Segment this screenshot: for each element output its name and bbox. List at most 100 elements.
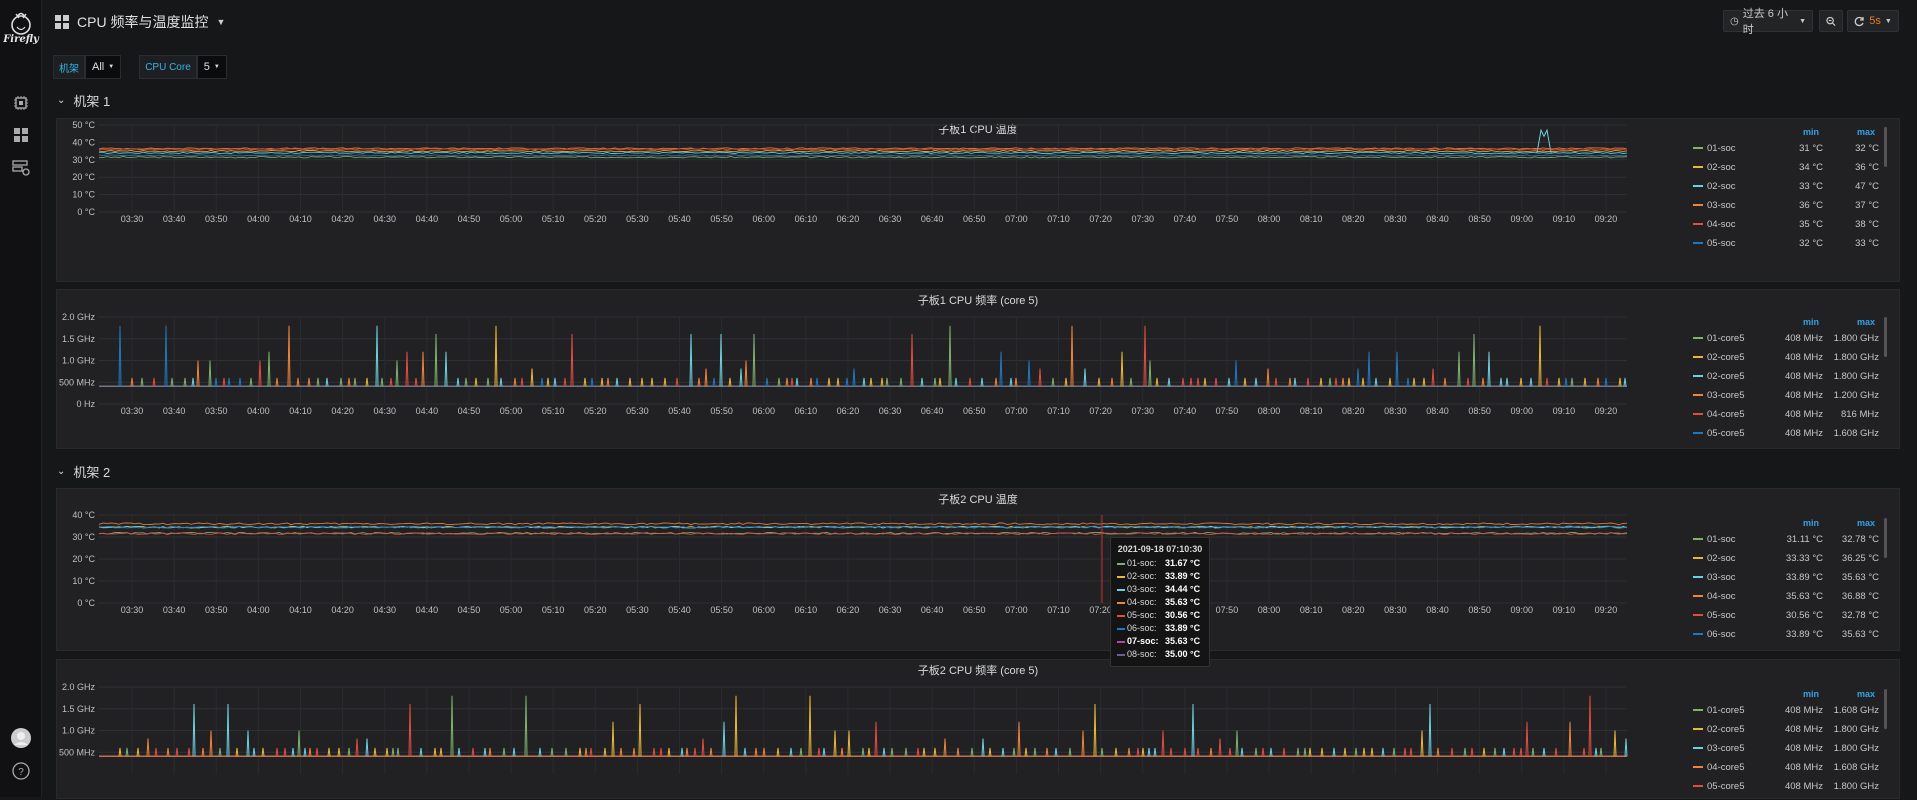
legend-item[interactable]: 05-core5 408 MHz 1.608 GHz xyxy=(1687,426,1887,442)
legend-max-value: 1.608 GHz xyxy=(1833,705,1879,716)
dashboard-picker[interactable]: CPU 频率与温度监控 ▼ xyxy=(55,12,225,32)
legend-item[interactable]: 02-soc 33.33 °C 36.25 °C xyxy=(1687,551,1887,567)
refresh-button[interactable]: 5s ▼ xyxy=(1847,10,1899,32)
legend-item[interactable]: 04-soc 35.63 °C 36.88 °C xyxy=(1687,589,1887,605)
freq-spike xyxy=(512,747,516,757)
freq-spike xyxy=(546,377,550,387)
firefly-logo[interactable]: Firefly xyxy=(2,8,40,50)
freq-spike xyxy=(659,747,663,757)
tooltip-series-name: 02-soc: xyxy=(1127,571,1157,581)
legend-header-min[interactable]: min xyxy=(1803,317,1819,327)
legend-item[interactable]: 03-soc 33.89 °C 35.63 °C xyxy=(1687,570,1887,586)
legend-item[interactable]: 03-core5 408 MHz 1.200 GHz xyxy=(1687,388,1887,404)
freq-spike xyxy=(1024,747,1028,757)
tooltip-swatch xyxy=(1117,589,1125,591)
legend-item[interactable]: 04-core5 408 MHz 1.608 GHz xyxy=(1687,760,1887,776)
variable-select-cpu-core[interactable]: 5 ▼ xyxy=(196,55,227,79)
legend-max-value: 1.800 GHz xyxy=(1833,371,1879,382)
tooltip-row: 01-soc: 31.67 °C xyxy=(1117,558,1203,571)
server-settings-icon[interactable] xyxy=(10,157,32,179)
refresh-interval: 5s xyxy=(1869,15,1881,27)
legend-item[interactable]: 01-core5 408 MHz 1.800 GHz xyxy=(1687,331,1887,347)
freq-spike xyxy=(1542,747,1546,757)
legend-header-max[interactable]: max xyxy=(1857,317,1875,327)
legend-item[interactable]: 01-soc 31.11 °C 32.78 °C xyxy=(1687,532,1887,548)
legend-header-max[interactable]: max xyxy=(1857,689,1875,699)
freq-spike xyxy=(296,377,300,387)
x-tick-label: 06:10 xyxy=(795,605,818,615)
sidebar: Firefly ? xyxy=(0,0,42,797)
legend-header-min[interactable]: min xyxy=(1803,127,1819,137)
freq-spike xyxy=(1564,377,1568,387)
legend-header-max[interactable]: max xyxy=(1857,518,1875,528)
legend-item[interactable]: 05-soc 30.56 °C 32.78 °C xyxy=(1687,608,1887,624)
legend-item[interactable]: 02-core5 408 MHz 1.800 GHz xyxy=(1687,350,1887,366)
dashboard-grid-icon xyxy=(55,15,69,29)
tooltip-value: 34.44 °C xyxy=(1165,584,1201,594)
y-tick-label: 50 °C xyxy=(72,120,95,130)
freq-spike xyxy=(307,377,311,387)
graph-plot[interactable]: 2.0 GHz 1.5 GHz 1.0 GHz 500 MHz 0 Hz 03:30 03:… xyxy=(57,290,1901,450)
legend-min-value: 408 MHz xyxy=(1784,390,1823,401)
dashboard-grid-icon[interactable] xyxy=(10,124,32,146)
freq-spike xyxy=(933,747,937,757)
legend-item[interactable]: 01-soc 31 °C 32 °C xyxy=(1687,141,1887,157)
freq-spike xyxy=(611,721,615,757)
legend-item[interactable]: 02-soc 33 °C 47 °C xyxy=(1687,179,1887,195)
freq-spike xyxy=(347,377,351,387)
help-icon[interactable]: ? xyxy=(10,760,32,782)
freq-spike xyxy=(790,377,794,387)
legend-item[interactable]: 02-soc 34 °C 36 °C xyxy=(1687,160,1887,176)
legend-item[interactable]: 03-core5 408 MHz 1.800 GHz xyxy=(1687,741,1887,757)
legend-item[interactable]: 06-soc 33.89 °C 35.63 °C xyxy=(1687,627,1887,643)
legend-item[interactable]: 05-soc 32 °C 33 °C xyxy=(1687,236,1887,252)
x-tick-label: 04:30 xyxy=(373,406,396,416)
legend-item[interactable]: 02-core5 408 MHz 1.800 GHz xyxy=(1687,369,1887,385)
legend-series-name: 06-soc xyxy=(1707,629,1736,640)
row-header-rack-2[interactable]: ⌄ 机架 2 xyxy=(57,462,110,481)
x-tick-label: 08:10 xyxy=(1300,214,1323,224)
x-tick-label: 07:00 xyxy=(1005,406,1028,416)
row-header-rack-1[interactable]: ⌄ 机架 1 xyxy=(57,91,110,110)
freq-spike xyxy=(201,747,205,757)
legend-item[interactable]: 01-core5 408 MHz 1.608 GHz xyxy=(1687,703,1887,719)
freq-spike xyxy=(680,747,684,757)
graph-plot[interactable]: 40 °C 30 °C 20 °C 10 °C 0 °C 03:30 03:40 03:50 0… xyxy=(57,489,1901,652)
legend-item[interactable]: 05-core5 408 MHz 1.800 GHz xyxy=(1687,779,1887,795)
freq-spike xyxy=(1070,325,1074,387)
row-title: 机架 1 xyxy=(73,94,111,109)
x-tick-label: 03:30 xyxy=(121,214,144,224)
legend-header-min[interactable]: min xyxy=(1803,518,1819,528)
freq-spike xyxy=(227,377,231,387)
legend-swatch xyxy=(1693,747,1703,749)
zoom-out-button[interactable] xyxy=(1819,10,1843,32)
freq-spike xyxy=(140,377,144,387)
legend-max-value: 1.800 GHz xyxy=(1833,781,1879,792)
freq-spike xyxy=(1243,377,1247,387)
graph-plot[interactable]: 2.0 GHz 1.5 GHz 1.0 GHz 500 MHz xyxy=(57,660,1901,800)
x-tick-label: 07:30 xyxy=(1131,406,1154,416)
legend-swatch xyxy=(1693,557,1703,559)
y-tick-label: 1.5 GHz xyxy=(62,704,96,714)
freq-spike xyxy=(583,377,587,387)
legend-item[interactable]: 03-soc 36 °C 37 °C xyxy=(1687,198,1887,214)
legend-item[interactable]: 04-core5 408 MHz 816 MHz xyxy=(1687,407,1887,423)
legend-min-value: 35 °C xyxy=(1799,219,1823,230)
freq-spike xyxy=(712,377,716,387)
time-range-picker[interactable]: ◷ 过去 6 小时 ▼ xyxy=(1723,8,1813,36)
freq-spike xyxy=(136,747,140,757)
x-tick-label: 04:10 xyxy=(289,214,312,224)
legend-item[interactable]: 02-core5 408 MHz 1.800 GHz xyxy=(1687,722,1887,738)
freq-spike xyxy=(337,747,341,757)
freq-spike xyxy=(471,747,475,757)
x-tick-label: 05:50 xyxy=(710,605,733,615)
legend-item[interactable]: 04-soc 35 °C 38 °C xyxy=(1687,217,1887,233)
graph-plot[interactable]: 50 °C 40 °C 30 °C 20 °C 10 °C 0 °C 03:30 03:40 0… xyxy=(57,119,1901,283)
freq-spike xyxy=(785,377,789,387)
variable-select-rack[interactable]: All ▼ xyxy=(85,55,122,79)
legend-header-max[interactable]: max xyxy=(1857,127,1875,137)
y-tick-label: 40 °C xyxy=(72,510,95,520)
user-avatar-icon[interactable] xyxy=(10,727,32,749)
legend-header-min[interactable]: min xyxy=(1803,689,1819,699)
chip-icon[interactable] xyxy=(10,92,32,114)
